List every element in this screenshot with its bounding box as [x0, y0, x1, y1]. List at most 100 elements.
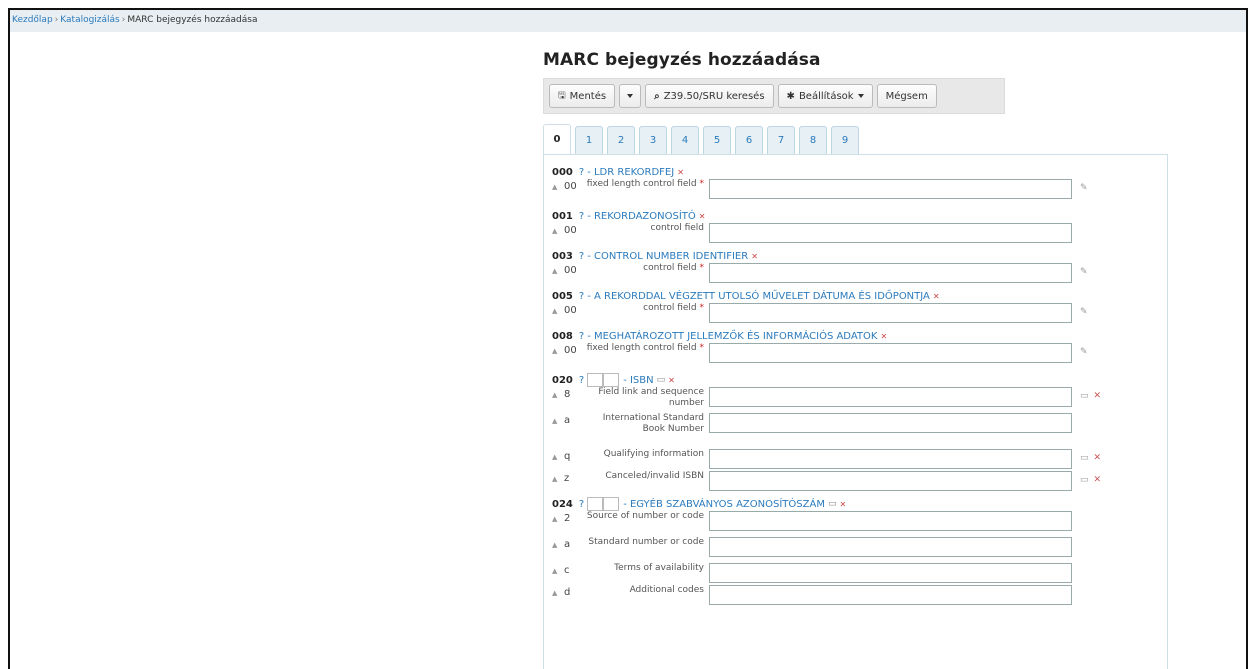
subfield-input[interactable]	[709, 263, 1072, 283]
delete-subfield-icon[interactable]: ✕	[1094, 453, 1102, 463]
delete-field-icon[interactable]: ✕	[880, 332, 887, 341]
subfield-input[interactable]	[709, 223, 1072, 243]
help-link[interactable]: ?	[579, 499, 584, 510]
save-options-dropdown[interactable]	[619, 84, 642, 108]
delete-field-icon[interactable]: ✕	[677, 168, 684, 177]
delete-field-icon[interactable]: ✕	[668, 376, 675, 385]
field-tag[interactable]: 003	[552, 251, 573, 262]
collapse-arrow-icon[interactable]: ▲	[552, 585, 564, 597]
tab-1[interactable]: 1	[575, 126, 603, 154]
subfield-input[interactable]	[709, 585, 1072, 605]
indicator-2-input[interactable]	[603, 373, 620, 387]
delete-subfield-icon[interactable]: ✕	[1094, 475, 1102, 485]
field-tag[interactable]: 024	[552, 499, 573, 510]
help-link[interactable]: ?	[579, 251, 584, 262]
field-tag[interactable]: 005	[552, 291, 573, 302]
indicator-2-input[interactable]	[603, 497, 620, 511]
field-tag[interactable]: 008	[552, 331, 573, 342]
subfield-label: Qualifying information	[584, 449, 709, 460]
subfield-input[interactable]	[709, 471, 1072, 491]
tab-0[interactable]: 0	[543, 124, 571, 154]
edit-plugin-icon[interactable]: ✎	[1080, 183, 1088, 193]
edit-plugin-icon[interactable]: ✎	[1080, 347, 1088, 357]
marc-field-000: 000? - LDR REKORDFEJ ✕ ▲ 00 fixed length cont…	[552, 165, 1167, 205]
help-link[interactable]: ?	[579, 331, 584, 342]
breadcrumb-catalog[interactable]: Katalogizálás	[60, 15, 119, 25]
clone-subfield-icon[interactable]: ▭	[1080, 391, 1089, 401]
edit-plugin-icon[interactable]: ✎	[1080, 267, 1088, 277]
delete-field-icon[interactable]: ✕	[751, 252, 758, 261]
tab-5[interactable]: 5	[703, 126, 731, 154]
field-label: - ISBN	[623, 374, 654, 386]
z3950-search-button[interactable]: ⌕ Z39.50/SRU keresés	[645, 84, 774, 108]
help-link[interactable]: ?	[579, 211, 584, 222]
subfield-label-text: Terms of availability	[614, 563, 704, 573]
save-button[interactable]: 🖫 Mentés	[549, 84, 616, 108]
subfield-input[interactable]	[709, 179, 1072, 199]
subfield-input[interactable]	[709, 303, 1072, 323]
tab-9[interactable]: 9	[831, 126, 859, 154]
tab-2[interactable]: 2	[607, 126, 635, 154]
clone-subfield-icon[interactable]: ▭	[1080, 453, 1089, 463]
subfield-row: ▲ 8 Field link and sequence number ▭ ✕	[552, 387, 1167, 413]
collapse-arrow-icon[interactable]: ▲	[552, 511, 564, 523]
field-tag[interactable]: 020	[552, 375, 573, 386]
cancel-button[interactable]: Mégsem	[876, 84, 937, 108]
help-link[interactable]: ?	[579, 291, 584, 302]
marc-field-024: 024? - EGYÉB SZABVÁNYOS AZONOSÍTÓSZÁM ▭ ✕ ▲ 2…	[552, 497, 1167, 607]
main-content: MARC bejegyzés hozzáadása 🖫 Mentés ⌕ Z39…	[543, 46, 1183, 669]
breadcrumb-home[interactable]: Kezdőlap	[12, 15, 53, 25]
collapse-arrow-icon[interactable]: ▲	[552, 303, 564, 315]
collapse-arrow-icon[interactable]: ▲	[552, 387, 564, 399]
subfield-code: c	[564, 565, 570, 576]
tab-7[interactable]: 7	[767, 126, 795, 154]
subfield-input[interactable]	[709, 449, 1072, 469]
subfield-input[interactable]	[709, 413, 1072, 433]
clone-subfield-icon[interactable]: ▭	[1080, 475, 1089, 485]
help-link[interactable]: ?	[579, 167, 584, 178]
subfield-label: International Standard Book Number	[584, 413, 709, 435]
marc-field-020: 020? - ISBN ▭ ✕ ▲ 8 Field link and sequence nu…	[552, 373, 1167, 493]
help-link[interactable]: ?	[579, 375, 584, 386]
indicator-1-input[interactable]	[587, 497, 604, 511]
collapse-arrow-icon[interactable]: ▲	[552, 223, 564, 235]
subfield-input[interactable]	[709, 537, 1072, 557]
subfield-row: ▲ z Canceled/invalid ISBN ▭ ✕	[552, 471, 1167, 493]
tab-3[interactable]: 3	[639, 126, 667, 154]
tab-6[interactable]: 6	[735, 126, 763, 154]
indicator-1-input[interactable]	[587, 373, 604, 387]
field-tag[interactable]: 001	[552, 211, 573, 222]
delete-field-icon[interactable]: ✕	[839, 500, 846, 509]
breadcrumb-current: MARC bejegyzés hozzáadása	[127, 15, 258, 25]
subfield-input[interactable]	[709, 511, 1072, 531]
edit-plugin-icon[interactable]: ✎	[1080, 307, 1088, 317]
delete-field-icon[interactable]: ✕	[933, 292, 940, 301]
subfield-input[interactable]	[709, 387, 1072, 407]
field-label: - REKORDAZONOSÍTÓ	[587, 210, 696, 222]
collapse-arrow-icon[interactable]: ▲	[552, 343, 564, 355]
tab-4[interactable]: 4	[671, 126, 699, 154]
subfield-label: Standard number or code	[584, 537, 709, 548]
collapse-arrow-icon[interactable]: ▲	[552, 413, 564, 425]
collapse-arrow-icon[interactable]: ▲	[552, 449, 564, 461]
delete-subfield-icon[interactable]: ✕	[1094, 391, 1102, 401]
collapse-arrow-icon[interactable]: ▲	[552, 471, 564, 483]
collapse-arrow-icon[interactable]: ▲	[552, 263, 564, 275]
collapse-arrow-icon[interactable]: ▲	[552, 563, 564, 575]
collapse-arrow-icon[interactable]: ▲	[552, 179, 564, 191]
subfield-code: a	[564, 539, 571, 550]
subfield-input[interactable]	[709, 563, 1072, 583]
tab-8[interactable]: 8	[799, 126, 827, 154]
collapse-arrow-icon[interactable]: ▲	[552, 537, 564, 549]
delete-field-icon[interactable]: ✕	[699, 212, 706, 221]
subfield-label: Canceled/invalid ISBN	[584, 471, 709, 482]
subfield-input[interactable]	[709, 343, 1072, 363]
subfield-code: 00	[564, 225, 577, 236]
field-tag[interactable]: 000	[552, 167, 573, 178]
subfield-row: ▲ c Terms of availability	[552, 563, 1167, 585]
clone-field-icon[interactable]: ▭	[828, 499, 837, 509]
clone-field-icon[interactable]: ▭	[657, 375, 666, 385]
settings-button[interactable]: ✱ Beállítások	[777, 84, 873, 108]
z3950-search-label: Z39.50/SRU keresés	[663, 90, 765, 102]
subfield-row: ▲ d Additional codes	[552, 585, 1167, 607]
